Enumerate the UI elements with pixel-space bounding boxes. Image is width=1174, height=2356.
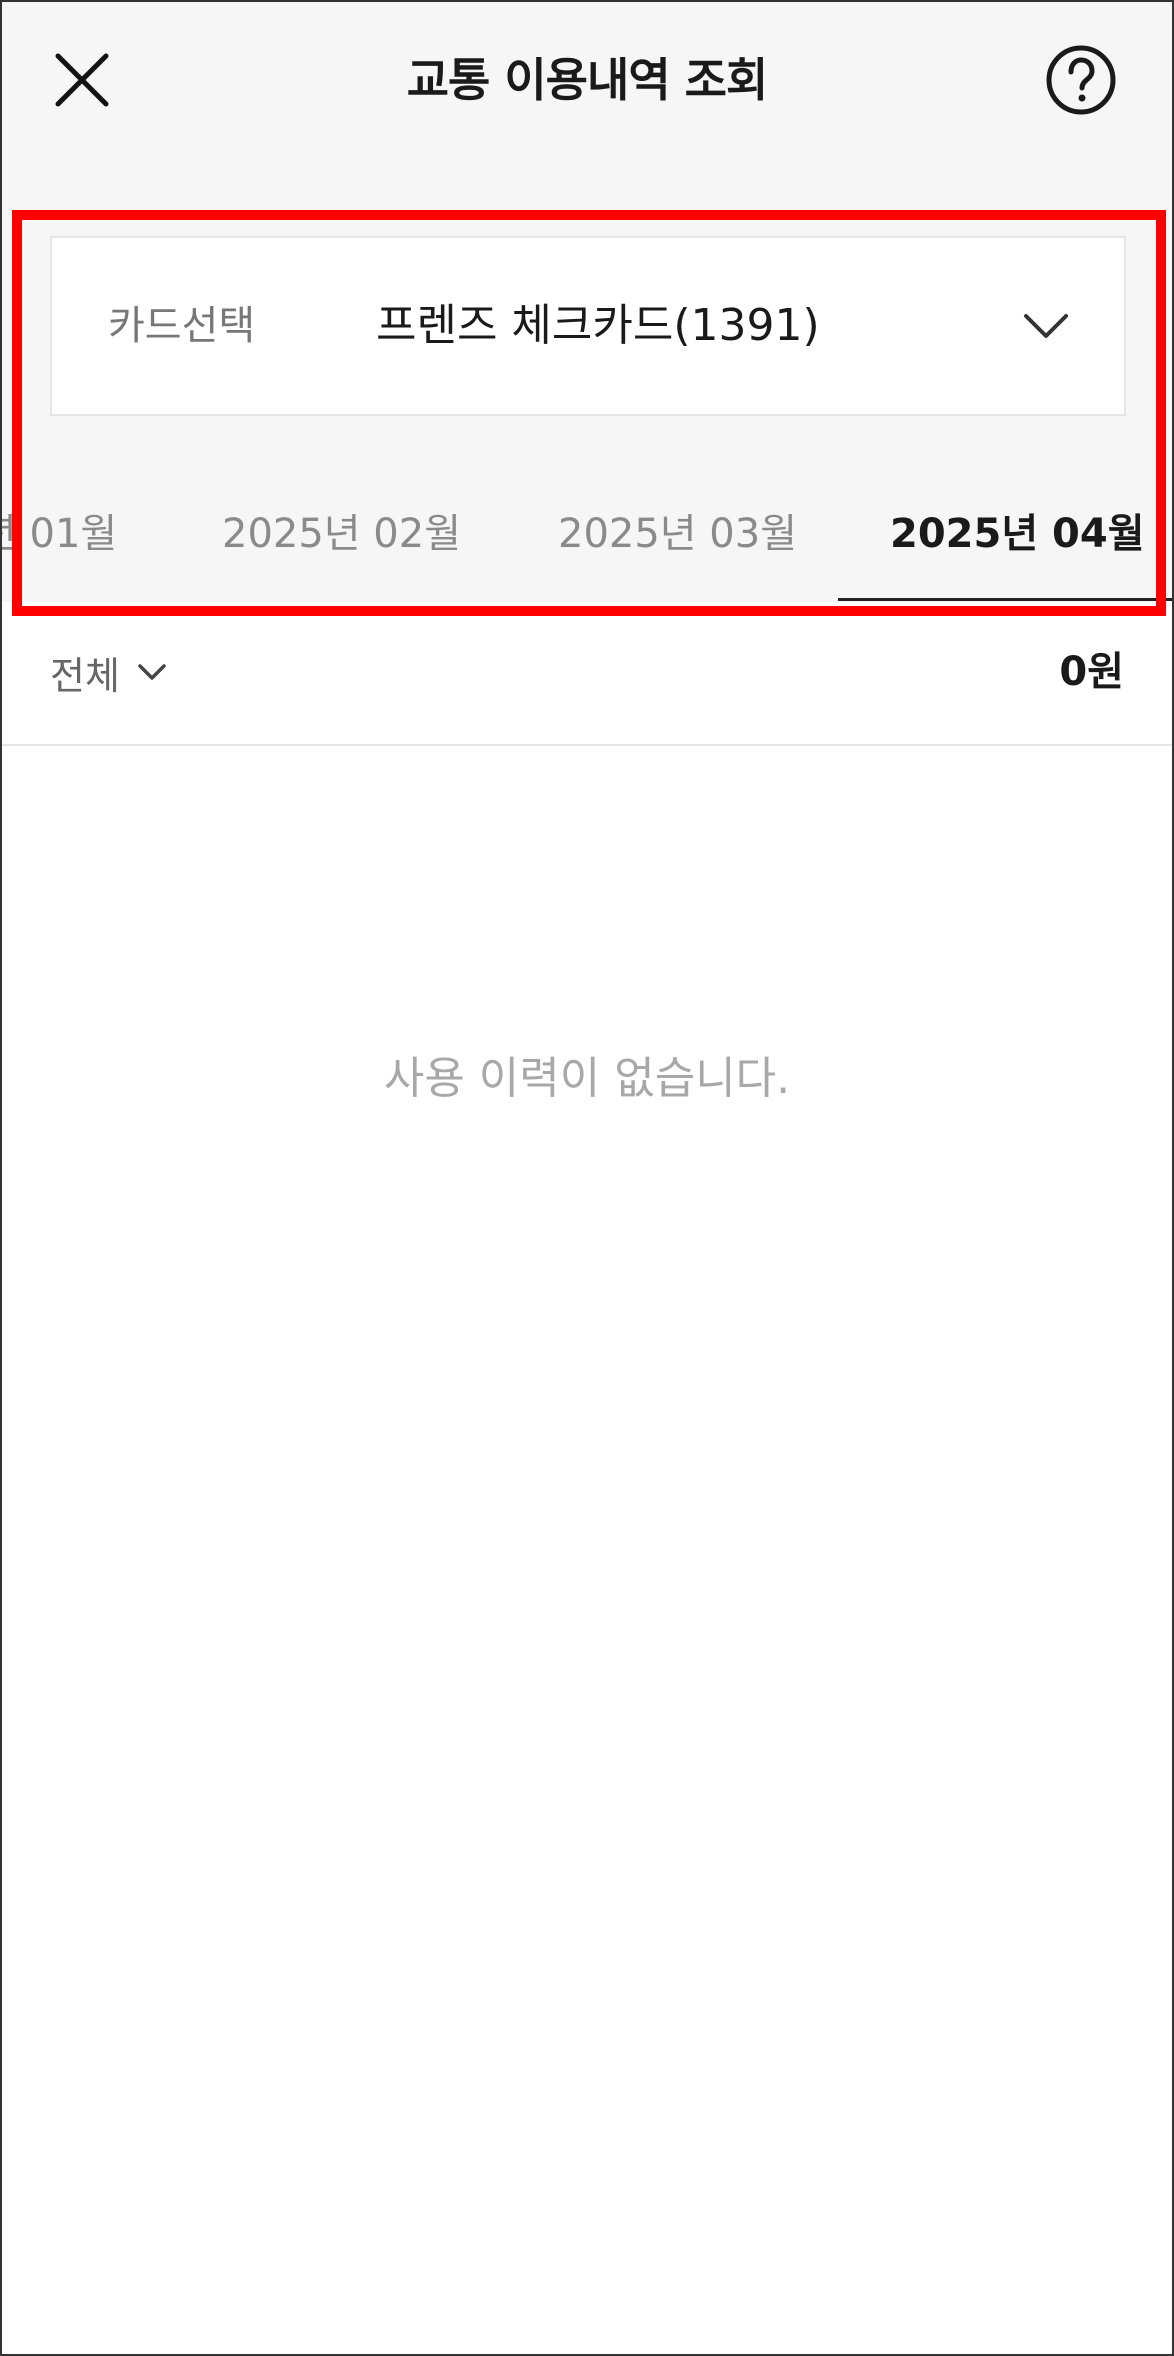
month-tabs: 년 01월 2025년 02월 2025년 03월 2025년 04월 <box>2 472 1172 602</box>
empty-state-message: 사용 이력이 없습니다. <box>383 1053 791 1104</box>
filter-dropdown[interactable]: 전체 <box>50 642 168 702</box>
page-title: 교통 이용내역 조회 <box>406 53 769 107</box>
tab-month-01[interactable]: 년 01월 <box>2 472 117 596</box>
card-select-label: 카드선택 <box>108 303 256 349</box>
selected-tab-indicator <box>838 598 1172 601</box>
chevron-down-icon <box>138 664 166 680</box>
total-amount: 0원 <box>1059 649 1124 695</box>
tab-month-02[interactable]: 2025년 02월 <box>222 472 461 596</box>
card-select-dropdown[interactable]: 카드선택 프렌즈 체크카드(1391) <box>50 236 1126 416</box>
header-area: 교통 이용내역 조회 카드선택 프렌즈 체크카드(1391) 년 01월 202… <box>2 2 1172 602</box>
help-icon <box>1046 45 1116 115</box>
card-select-value: 프렌즈 체크카드(1391) <box>376 300 820 351</box>
filter-row: 전체 0원 <box>2 618 1172 746</box>
filter-label: 전체 <box>50 653 120 698</box>
transit-history-screen: 교통 이용내역 조회 카드선택 프렌즈 체크카드(1391) 년 01월 202… <box>0 0 1174 2356</box>
chevron-down-icon <box>1024 314 1068 338</box>
tab-month-04[interactable]: 2025년 04월 <box>890 472 1145 596</box>
help-button[interactable] <box>1045 44 1117 116</box>
tab-month-03[interactable]: 2025년 03월 <box>558 472 797 596</box>
